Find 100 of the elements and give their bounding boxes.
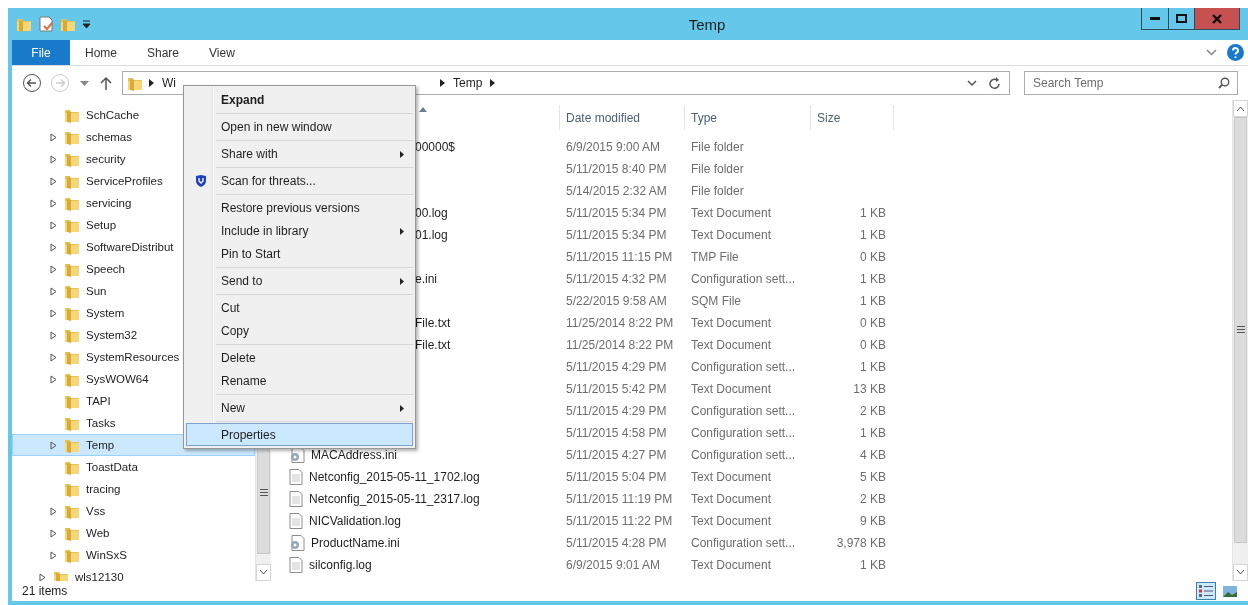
file-name[interactable]: Netconfig_2015-05-11_2317.log	[309, 492, 480, 506]
type-cell-text: Text Document	[690, 558, 773, 572]
size-cell-text: 1 KB	[859, 206, 887, 220]
tree-item[interactable]: ToastData	[12, 456, 255, 478]
help-icon[interactable]	[1227, 44, 1244, 61]
settings-file-icon	[289, 535, 305, 551]
expand-arrow-icon[interactable]	[50, 264, 57, 274]
grip-icon[interactable]	[1236, 326, 1245, 334]
menu-item[interactable]: Include in library	[186, 219, 413, 242]
tree-item[interactable]: WinSxS	[12, 544, 255, 566]
file-name[interactable]: 00000$	[415, 140, 456, 154]
file-name[interactable]: Netconfig_2015-05-11_1702.log	[309, 470, 480, 484]
expand-arrow-icon[interactable]	[50, 198, 57, 208]
column-header[interactable]: Size	[811, 105, 894, 130]
column-header[interactable]: Type	[685, 105, 811, 130]
breadcrumb-arrow-icon[interactable]	[440, 79, 445, 87]
expand-arrow-icon[interactable]	[50, 330, 57, 340]
file-name[interactable]: 01.log	[415, 228, 448, 242]
text-file-icon	[289, 513, 303, 529]
menu-item[interactable]: Scan for threats...	[186, 169, 413, 192]
expand-arrow-icon[interactable]	[50, 528, 57, 538]
tree-item[interactable]: Vss	[12, 500, 255, 522]
scroll-down-icon[interactable]	[1236, 570, 1245, 575]
tree-item[interactable]: tracing	[12, 478, 255, 500]
expand-arrow-icon[interactable]	[50, 308, 57, 318]
menu-item[interactable]: Copy	[186, 319, 413, 342]
caret-icon[interactable]	[79, 80, 89, 86]
column-header[interactable]: Date modified	[560, 105, 685, 130]
grip-icon[interactable]	[259, 489, 268, 497]
menu-item[interactable]: Rename	[186, 369, 413, 392]
folder-icon	[64, 327, 80, 343]
up-arrow-icon[interactable]	[100, 76, 112, 90]
tree-item[interactable]: Web	[12, 522, 255, 544]
file-name[interactable]: File.txt	[415, 316, 451, 330]
menu-item[interactable]: Pin to Start	[186, 242, 413, 265]
menu-item[interactable]: Properties	[186, 423, 413, 446]
date-cell-text: 5/11/2015 5:42 PM	[565, 382, 668, 396]
file-name[interactable]: File.txt	[415, 338, 451, 352]
scroll-down-icon[interactable]	[259, 570, 268, 575]
file-tab[interactable]: File	[12, 40, 70, 65]
date-cell-text: 5/11/2015 5:04 PM	[565, 470, 668, 484]
properties-icon[interactable]	[38, 16, 54, 32]
dropdown-icon[interactable]	[82, 19, 91, 29]
menu-item[interactable]: New	[186, 396, 413, 419]
ribbon-tab[interactable]: Share	[132, 40, 195, 65]
search-icon[interactable]	[1218, 77, 1230, 89]
file-name[interactable]: MACAddress.ini	[311, 448, 398, 462]
size-cell-text: 1 KB	[859, 294, 887, 308]
chevron-down-icon[interactable]	[1206, 49, 1217, 56]
size-cell-text: 9 KB	[859, 514, 887, 528]
file-name[interactable]: e.ini	[415, 272, 437, 286]
expand-arrow-icon[interactable]	[50, 440, 57, 450]
menu-item[interactable]: Open in new window	[186, 115, 413, 138]
maximize-icon[interactable]	[1176, 14, 1187, 23]
search-field[interactable]: Search Temp	[1024, 71, 1238, 95]
text-file-icon	[289, 469, 303, 485]
expand-arrow-icon[interactable]	[50, 154, 57, 164]
size-cell-text: 13 KB	[852, 382, 887, 396]
refresh-icon[interactable]	[989, 76, 1001, 90]
minimize-button[interactable]	[1141, 8, 1169, 30]
close-button[interactable]	[1194, 8, 1240, 30]
menu-item[interactable]: Cut	[186, 296, 413, 319]
submenu-arrow-icon	[400, 278, 404, 285]
breadcrumb[interactable]: Temp	[451, 76, 485, 90]
close-icon[interactable]	[1212, 13, 1222, 24]
ribbon-tab[interactable]: Home	[70, 40, 132, 65]
expand-arrow-icon[interactable]	[50, 286, 57, 296]
size-cell-text: 0 KB	[859, 250, 887, 264]
breadcrumb-arrow-icon[interactable]	[149, 79, 154, 87]
menu-item[interactable]: Restore previous versions	[186, 196, 413, 219]
file-name[interactable]: 00.log	[415, 206, 448, 220]
menu-item[interactable]: Share with	[186, 142, 413, 165]
expand-arrow-icon[interactable]	[50, 242, 57, 252]
details-view-button[interactable]	[1196, 582, 1216, 600]
sort-arrow-icon	[419, 107, 427, 112]
file-name[interactable]: silconfig.log	[309, 558, 372, 572]
breadcrumb-arrow-icon[interactable]	[490, 79, 496, 87]
chevron-down-icon[interactable]	[967, 80, 977, 86]
shield-icon	[196, 174, 206, 187]
expand-arrow-icon[interactable]	[50, 352, 57, 362]
expand-arrow-icon[interactable]	[50, 220, 57, 230]
type-cell-text: Configuration sett...	[690, 426, 797, 440]
folder-icon	[64, 393, 80, 409]
file-name[interactable]: ProductName.ini	[311, 536, 400, 550]
breadcrumb[interactable]: Wi	[160, 76, 178, 90]
tree-item[interactable]: wls12130	[12, 566, 255, 581]
menu-item[interactable]: Delete	[186, 346, 413, 369]
expand-arrow-icon[interactable]	[39, 572, 46, 581]
expand-arrow-icon[interactable]	[50, 176, 57, 186]
expand-arrow-icon[interactable]	[50, 506, 57, 516]
ribbon-tab[interactable]: View	[194, 40, 250, 65]
scroll-up-icon[interactable]	[1236, 106, 1245, 111]
expand-arrow-icon[interactable]	[50, 374, 57, 384]
type-cell-text: TMP File	[690, 250, 740, 264]
size-cell-text: 0 KB	[859, 338, 887, 352]
folder-icon	[64, 371, 80, 387]
expand-arrow-icon[interactable]	[50, 550, 57, 560]
file-name[interactable]: NICValidation.log	[309, 514, 401, 528]
menu-item[interactable]: Send to	[186, 269, 413, 292]
expand-arrow-icon[interactable]	[50, 132, 57, 142]
